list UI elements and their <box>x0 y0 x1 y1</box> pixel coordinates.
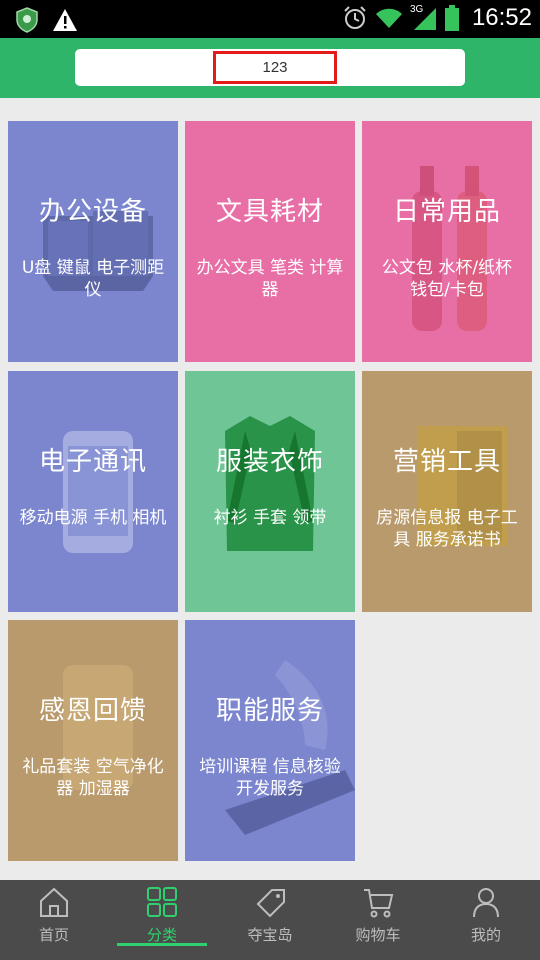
category-tile-apparel[interactable]: 服装衣饰 衬衫 手套 领带 <box>185 371 355 612</box>
category-desc: 衬衫 手套 领带 <box>213 508 327 528</box>
category-desc: 办公文具 笔类 计算器 <box>196 258 344 300</box>
category-desc: 公文包 水杯/纸杯 钱包/卡包 <box>381 258 513 300</box>
jacket-image <box>225 416 315 551</box>
category-desc: 礼品套装 空气净化器 加湿器 <box>22 757 164 799</box>
category-tile-electronics[interactable]: 电子通讯 移动电源 手机 相机 <box>8 371 178 612</box>
nav-item-treasure-island[interactable]: 夺宝岛 <box>216 880 324 960</box>
status-bar: 3G 16:52 <box>0 0 540 38</box>
category-title: 电子通讯 <box>38 447 147 477</box>
category-desc: 移动电源 手机 相机 <box>19 508 167 528</box>
alarm-icon <box>344 6 366 29</box>
home-icon <box>40 887 68 917</box>
category-title: 日常用品 <box>392 197 501 227</box>
desk-organizer-image <box>43 211 153 291</box>
category-desc: U盘 键鼠 电子测距仪 <box>21 258 165 300</box>
nav-item-home[interactable]: 首页 <box>0 880 108 960</box>
sale-tag-icon <box>256 889 285 918</box>
nav-label: 首页 <box>38 926 69 944</box>
search-box[interactable] <box>75 49 465 86</box>
status-time: 16:52 <box>471 4 532 31</box>
nav-label: 分类 <box>146 926 177 944</box>
category-title: 服装衣饰 <box>215 447 324 477</box>
category-tile-marketing-tools[interactable]: 营销工具 房源信息报 电子工具 服务承诺书 <box>362 371 532 612</box>
category-title: 职能服务 <box>215 696 324 726</box>
signal-3g-icon: 3G <box>410 4 438 32</box>
smartphone-image <box>63 431 133 553</box>
category-title: 办公设备 <box>38 197 147 227</box>
category-title: 感恩回馈 <box>38 696 147 726</box>
category-title: 文具耗材 <box>215 197 324 227</box>
category-tile-daily-goods[interactable]: 日常用品 公文包 水杯/纸杯 钱包/卡包 <box>362 121 532 362</box>
nav-item-cart[interactable]: 购物车 <box>324 880 432 960</box>
category-tile-services[interactable]: 职能服务 培训课程 信息核验 开发服务 <box>185 620 355 861</box>
category-desc: 培训课程 信息核验 开发服务 <box>199 757 341 799</box>
shield-icon <box>16 7 38 33</box>
warning-icon <box>53 9 77 31</box>
nav-active-indicator <box>117 943 207 946</box>
wifi-icon <box>375 8 402 28</box>
category-desc: 房源信息报 电子工具 服务承诺书 <box>376 508 518 550</box>
nav-item-category[interactable]: 分类 <box>108 880 216 960</box>
category-tile-gifts[interactable]: 感恩回馈 礼品套装 空气净化器 加湿器 <box>8 620 178 861</box>
category-title: 营销工具 <box>392 447 501 477</box>
nav-label: 购物车 <box>355 926 401 944</box>
search-input[interactable] <box>213 51 337 84</box>
battery-icon <box>444 5 459 31</box>
bottom-navigation: 首页 分类 夺宝岛 购物车 我的 <box>0 880 540 960</box>
nav-label: 我的 <box>470 926 501 944</box>
keyboard-hand-image <box>225 660 355 835</box>
person-icon <box>473 888 499 918</box>
nav-label: 夺宝岛 <box>247 926 293 944</box>
header-bar <box>0 38 540 98</box>
category-tile-office-equipment[interactable]: 办公设备 U盘 键鼠 电子测距仪 <box>8 121 178 362</box>
category-tile-stationery[interactable]: 文具耗材 办公文具 笔类 计算器 <box>185 121 355 362</box>
gold-phone-image <box>63 665 133 790</box>
water-bottles-image <box>412 166 487 331</box>
certificate-image <box>417 426 507 546</box>
category-grid-icon <box>147 887 177 917</box>
nav-item-mine[interactable]: 我的 <box>432 880 540 960</box>
cart-icon <box>364 889 394 918</box>
